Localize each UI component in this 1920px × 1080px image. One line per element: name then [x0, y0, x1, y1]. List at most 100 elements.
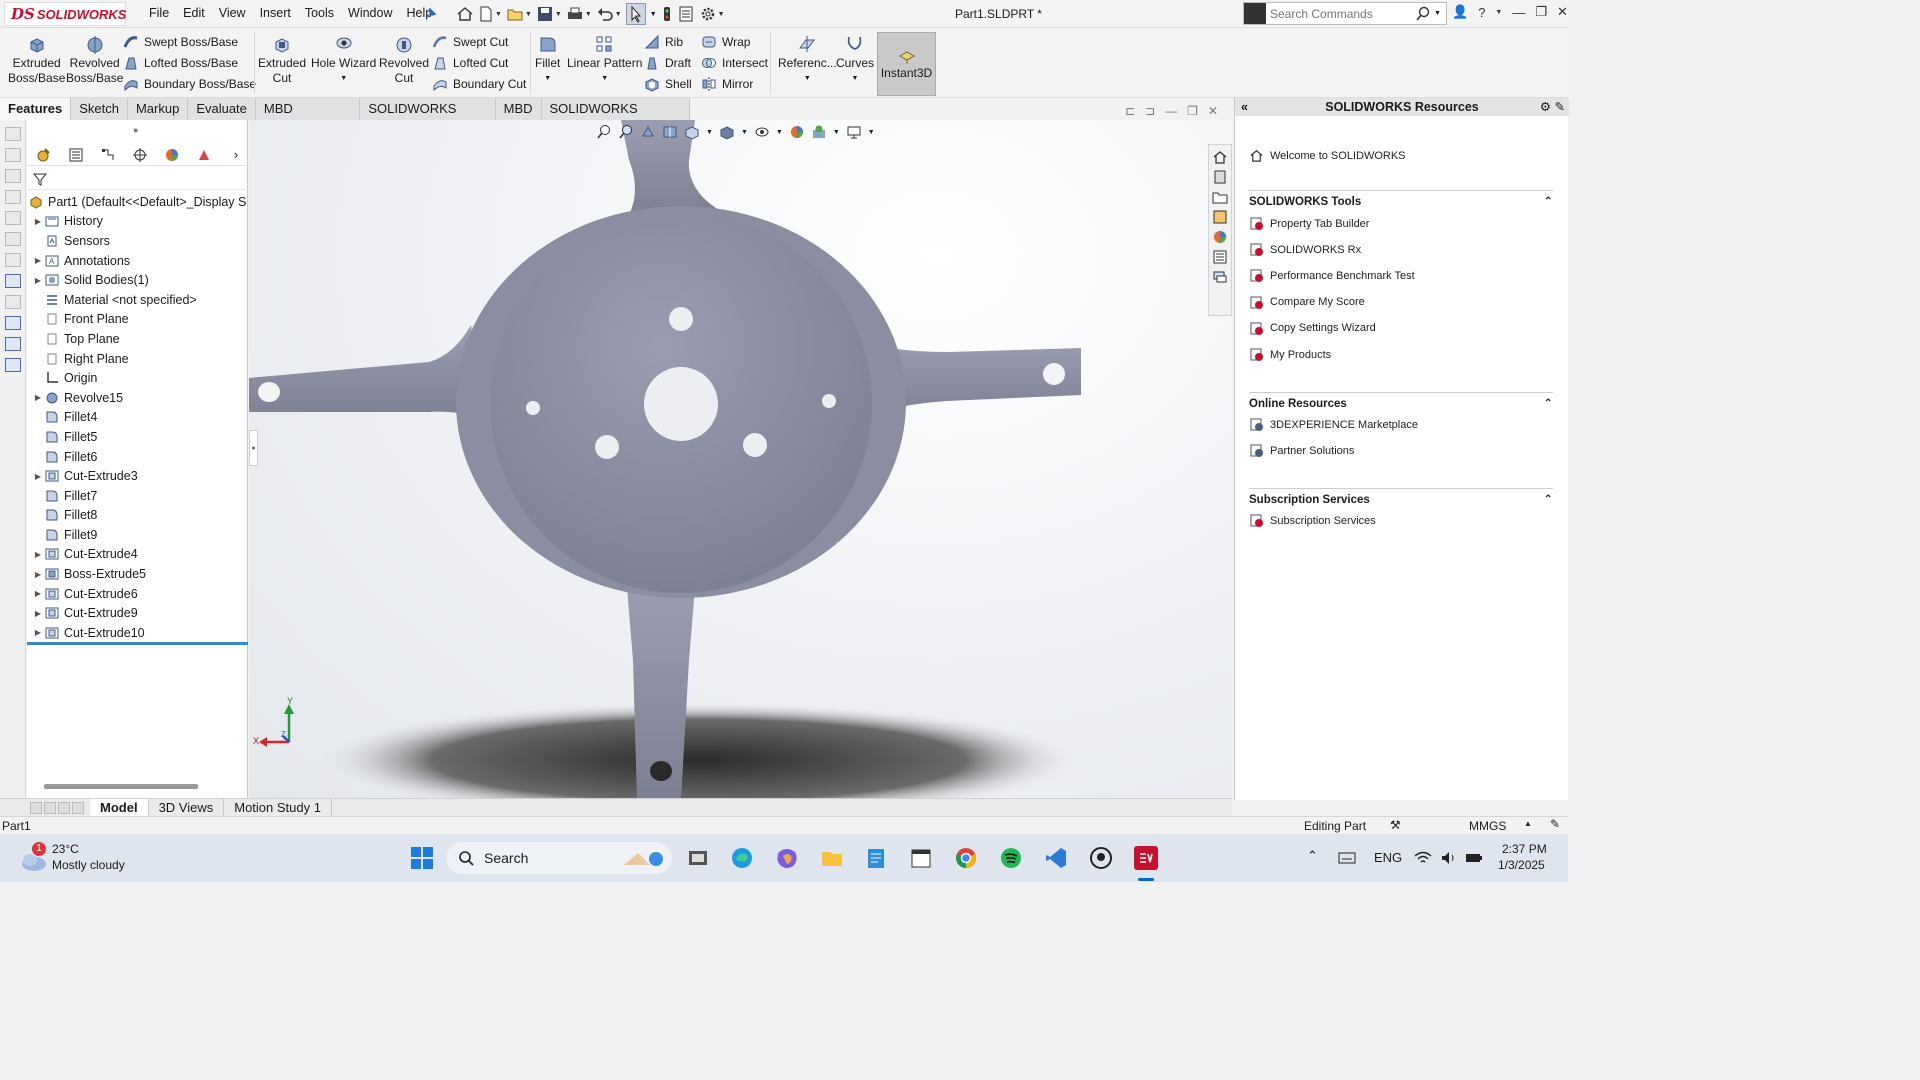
- strip-tool-8-icon[interactable]: [5, 274, 21, 288]
- extruded-cut-button[interactable]: Extruded Cut: [258, 34, 306, 86]
- dimxpert-manager-icon[interactable]: [129, 146, 151, 164]
- show-hidden-icons-chevron-icon[interactable]: ⌃: [1307, 848, 1318, 864]
- strip-tool-11-icon[interactable]: [5, 337, 21, 351]
- boundary-cut-button[interactable]: Boundary Cut: [432, 74, 526, 94]
- fillet-dropdown-arrow[interactable]: ▼: [544, 71, 551, 86]
- wrap-button[interactable]: Wrap: [701, 32, 750, 52]
- pin-menu-icon[interactable]: [424, 6, 438, 20]
- zoom-to-area-icon[interactable]: [618, 124, 634, 140]
- reference-dropdown-arrow[interactable]: ▼: [804, 71, 811, 86]
- save-button[interactable]: ▼: [536, 3, 562, 25]
- linear-pattern-dropdown-arrow[interactable]: ▼: [601, 71, 608, 86]
- section-view-icon[interactable]: [662, 124, 678, 140]
- tree-item-fillet9[interactable]: Fillet9: [27, 525, 248, 545]
- strip-tool-2-icon[interactable]: [5, 148, 21, 162]
- strip-tool-12-icon[interactable]: [5, 358, 21, 372]
- tab-motion-study-1[interactable]: Motion Study 1: [224, 798, 332, 817]
- hide-show-items-icon[interactable]: [754, 124, 770, 140]
- rib-button[interactable]: Rib: [644, 32, 683, 52]
- search-icon[interactable]: [1414, 6, 1432, 22]
- display-style-icon[interactable]: [719, 124, 735, 140]
- solidworks-tools-section-header[interactable]: SOLIDWORKS Tools ⌃: [1249, 190, 1553, 208]
- wifi-icon[interactable]: [1414, 850, 1432, 866]
- strip-tool-1-icon[interactable]: [5, 127, 21, 141]
- tab-mbd[interactable]: MBD: [495, 98, 542, 120]
- strip-tool-9-icon[interactable]: [5, 295, 21, 309]
- subscription-collapse-chevron-icon[interactable]: ⌃: [1543, 492, 1553, 506]
- tree-item-fillet5[interactable]: Fillet5: [27, 427, 248, 447]
- reference-geometry-button[interactable]: Referenc... ▼: [778, 34, 837, 86]
- feature-manager-tree-icon[interactable]: [33, 146, 55, 164]
- customize-status-icon[interactable]: ✎: [1550, 817, 1560, 831]
- new-document-button[interactable]: ▼: [478, 3, 502, 25]
- last-tab-icon[interactable]: [72, 801, 84, 814]
- tree-item-cut-extrude3[interactable]: ▶ Cut-Extrude3: [27, 466, 248, 486]
- search-dropdown-arrow[interactable]: ▼: [1434, 10, 1441, 17]
- menu-insert[interactable]: Insert: [253, 6, 298, 20]
- file-explorer-icon[interactable]: [1212, 189, 1228, 205]
- display-style-dropdown-arrow[interactable]: ▼: [741, 129, 748, 136]
- lofted-boss-button[interactable]: Lofted Boss/Base: [123, 53, 238, 73]
- viewport-close-icon[interactable]: ✕: [1208, 104, 1218, 118]
- tree-item-front-plane[interactable]: Front Plane: [27, 310, 248, 330]
- tree-item-fillet7[interactable]: Fillet7: [27, 486, 248, 506]
- filter-icon[interactable]: [33, 172, 47, 186]
- tab-evaluate[interactable]: Evaluate: [188, 98, 256, 120]
- welcome-link[interactable]: Welcome to SOLIDWORKS: [1249, 148, 1406, 163]
- curves-button[interactable]: Curves ▼: [836, 34, 874, 86]
- rollback-bar[interactable]: [27, 642, 248, 645]
- rebuild-button[interactable]: [661, 3, 673, 25]
- tree-item-revolve15[interactable]: ▶ Revolve15: [27, 388, 248, 408]
- boundary-boss-button[interactable]: Boundary Boss/Base: [123, 74, 256, 94]
- task-view-button[interactable]: [686, 846, 710, 870]
- mirror-button[interactable]: Mirror: [701, 74, 753, 94]
- language-indicator[interactable]: ENG: [1374, 850, 1402, 865]
- expand-arrow-icon[interactable]: ▶: [31, 256, 45, 265]
- tree-item-sensors[interactable]: Sensors: [27, 231, 248, 251]
- copy-settings-wizard-link[interactable]: Copy Settings Wizard: [1249, 321, 1376, 336]
- hide-show-dropdown-arrow[interactable]: ▼: [776, 129, 783, 136]
- unit-system[interactable]: MMGS: [1469, 819, 1506, 833]
- subscription-services-section-header[interactable]: Subscription Services ⌃: [1249, 488, 1553, 506]
- unit-system-dropdown-arrow[interactable]: ▲: [1524, 819, 1532, 828]
- weather-widget[interactable]: 1 23°C Mostly cloudy: [18, 842, 148, 876]
- my-products-link[interactable]: My Products: [1249, 347, 1331, 362]
- model-render[interactable]: [249, 120, 1232, 798]
- scene-dropdown-arrow[interactable]: ▼: [833, 129, 840, 136]
- tab-markup[interactable]: Markup: [127, 98, 189, 120]
- design-library-icon[interactable]: [1212, 169, 1228, 185]
- tab-model[interactable]: Model: [90, 798, 149, 817]
- strip-tool-4-icon[interactable]: [5, 190, 21, 204]
- swept-boss-button[interactable]: Swept Boss/Base: [123, 32, 238, 52]
- appearances-icon[interactable]: [1212, 229, 1228, 245]
- property-manager-icon[interactable]: [65, 146, 87, 164]
- restore-icon[interactable]: ❐: [1535, 4, 1547, 20]
- tree-root-part[interactable]: Part1 (Default<<Default>_Display S: [27, 192, 248, 212]
- viewport-minimize-icon[interactable]: —: [1165, 104, 1177, 118]
- battery-icon[interactable]: [1464, 850, 1484, 866]
- taskbar-search-box[interactable]: Search: [446, 842, 672, 874]
- tab-sketch[interactable]: Sketch: [71, 98, 128, 120]
- panel-expand-chevron-icon[interactable]: ›: [225, 146, 247, 164]
- expand-arrow-icon[interactable]: ▶: [31, 570, 45, 579]
- display-manager-icon[interactable]: [161, 146, 183, 164]
- revolved-boss-button[interactable]: Revolved Boss/Base: [66, 34, 123, 86]
- options-button[interactable]: ▼: [699, 3, 725, 25]
- viewport-restore-icon[interactable]: ❐: [1187, 104, 1198, 118]
- file-properties-button[interactable]: [677, 3, 695, 25]
- volume-icon[interactable]: [1440, 850, 1458, 866]
- expand-arrow-icon[interactable]: ▶: [31, 550, 45, 559]
- tree-item-origin[interactable]: Origin: [27, 368, 248, 388]
- undo-button[interactable]: ▼: [596, 3, 622, 25]
- expand-arrow-icon[interactable]: ▶: [31, 589, 45, 598]
- solidworks-taskbar-button[interactable]: [1134, 846, 1158, 870]
- tab-solidworks-add-ins[interactable]: SOLIDWORKS Add-Ins: [360, 98, 496, 138]
- solidworks-rx-link[interactable]: SOLIDWORKS Rx: [1249, 242, 1361, 257]
- next-tab-icon[interactable]: [58, 801, 70, 814]
- tree-item-cut-extrude10[interactable]: ▶ Cut-Extrude10: [27, 623, 248, 643]
- tree-item-fillet8[interactable]: Fillet8: [27, 506, 248, 526]
- tree-item-cut-extrude9[interactable]: ▶ Cut-Extrude9: [27, 603, 248, 623]
- tree-item-history[interactable]: ▶ History: [27, 212, 248, 232]
- previous-view-icon[interactable]: [640, 124, 656, 140]
- calendar-app-button[interactable]: [909, 846, 933, 870]
